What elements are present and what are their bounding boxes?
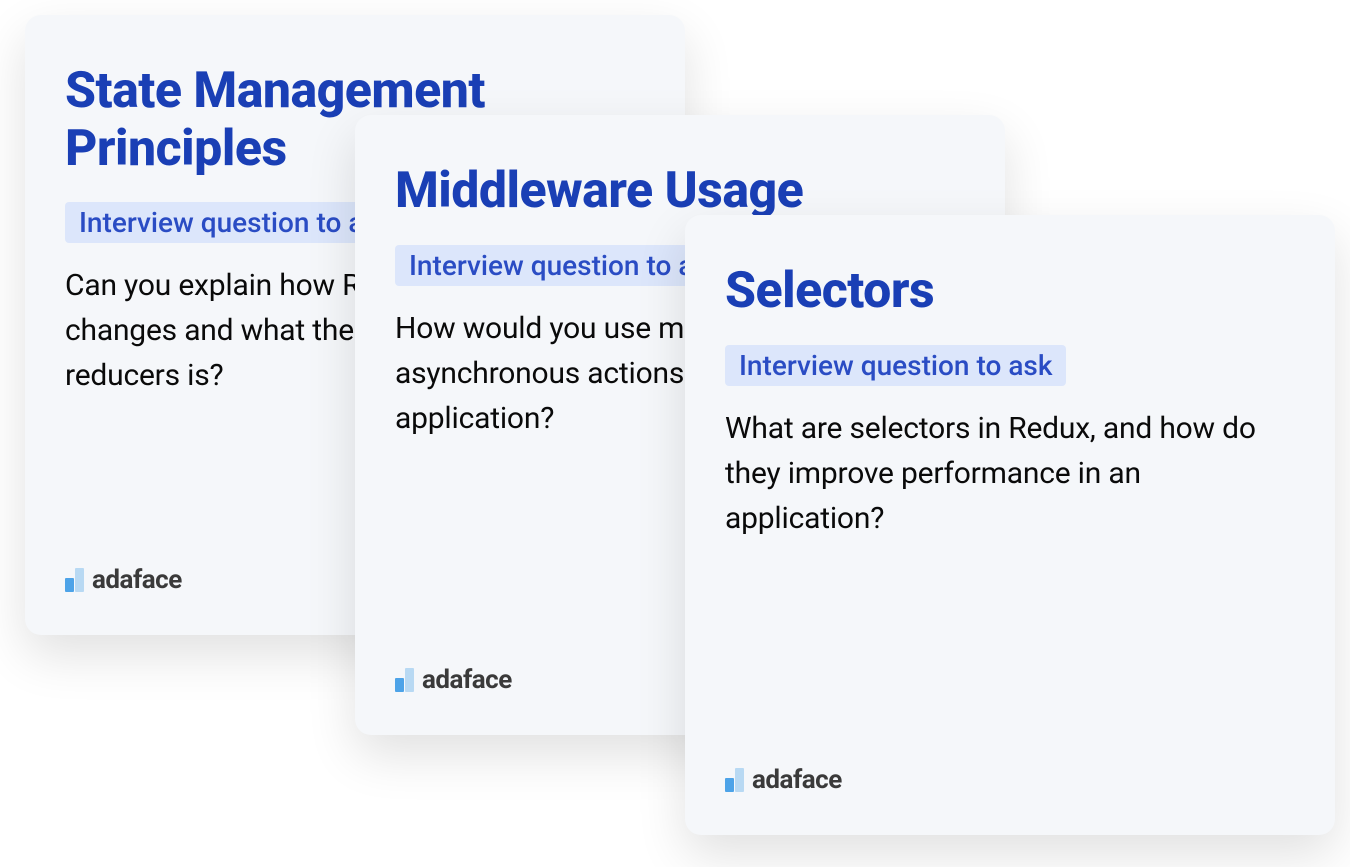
brand-name: adaface xyxy=(92,565,182,595)
brand-logo: adaface xyxy=(395,665,512,695)
interview-badge: Interview question to ask xyxy=(725,345,1066,386)
brand-bars-icon xyxy=(65,568,84,592)
brand-logo: adaface xyxy=(65,565,182,595)
brand-bars-icon xyxy=(395,668,414,692)
brand-bars-icon xyxy=(725,768,744,792)
question-text: What are selectors in Redux, and how do … xyxy=(725,406,1295,541)
brand-logo: adaface xyxy=(725,765,842,795)
card-title: Middleware Usage xyxy=(395,163,965,221)
interview-card-3: Selectors Interview question to ask What… xyxy=(685,215,1335,835)
brand-name: adaface xyxy=(752,765,842,795)
card-title: Selectors xyxy=(725,263,1295,321)
brand-name: adaface xyxy=(422,665,512,695)
